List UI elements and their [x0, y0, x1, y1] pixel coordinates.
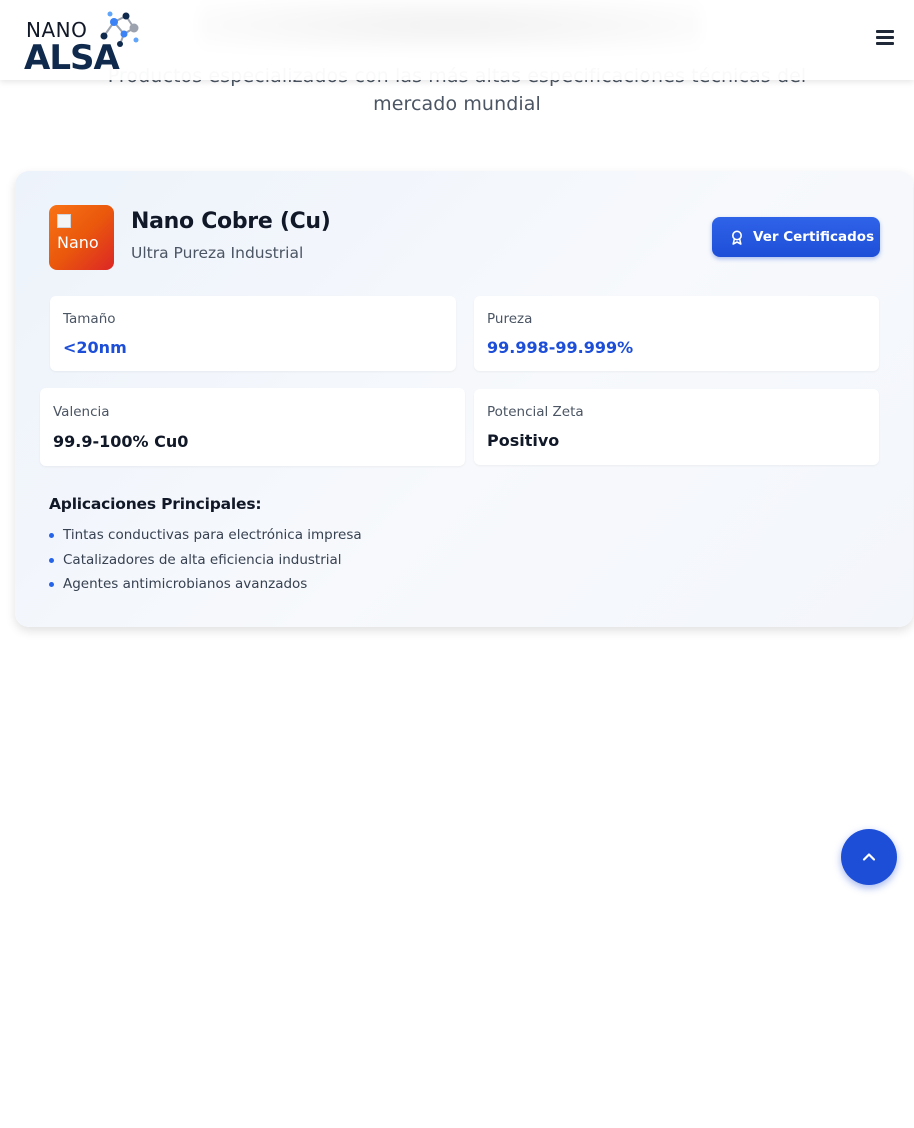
scroll-to-top-button[interactable]	[841, 829, 897, 885]
spec-value: 99.9-100% Cu0	[53, 432, 189, 451]
broken-image-icon	[57, 214, 71, 228]
view-certificates-label: Ver Certificados	[753, 229, 875, 245]
menu-bar	[876, 36, 894, 39]
menu-bar	[876, 42, 894, 45]
molecule-icon	[100, 11, 139, 47]
spec-label: Potencial Zeta	[487, 404, 584, 420]
application-text: Catalizadores de alta eficiencia industr…	[63, 551, 342, 568]
application-text: Tintas conductivas para electrónica impr…	[63, 527, 362, 543]
spec-valence: Valencia 99.9-100% Cu0	[40, 388, 465, 466]
bullet-icon	[49, 582, 54, 587]
applications-title: Aplicaciones Principales:	[49, 495, 262, 513]
spec-label: Valencia	[53, 404, 110, 420]
bullet-icon	[49, 557, 54, 563]
spec-value: Positivo	[487, 431, 560, 450]
spec-label: Tamaño	[63, 311, 116, 327]
view-certificates-button[interactable]: Ver Certificados	[712, 217, 880, 257]
logo[interactable]: NANO ALSA	[24, 8, 142, 78]
product-card: Nano Nano Cobre (Cu) Ultra Pureza Indust…	[15, 171, 913, 627]
list-item: Catalizadores de alta eficiencia industr…	[49, 551, 362, 576]
spec-value: <20nm	[63, 338, 127, 357]
spec-value: 99.998-99.999%	[487, 338, 634, 357]
spec-purity: Pureza 99.998-99.999%	[474, 296, 879, 371]
hero-subtitle-line2: mercado mundial	[373, 93, 541, 115]
list-item: Tintas conductivas para electrónica impr…	[49, 526, 362, 551]
product-image-alt: Nano	[57, 233, 99, 252]
product-image: Nano	[49, 205, 114, 270]
application-text: Agentes antimicrobianos avanzados	[63, 576, 308, 592]
spec-size: Tamaño <20nm	[50, 296, 456, 371]
chevron-up-icon	[862, 853, 876, 861]
site-header: NANO ALSA	[0, 0, 914, 80]
spec-label: Pureza	[487, 311, 533, 327]
product-title: Nano Cobre (Cu)	[131, 209, 331, 234]
award-icon	[732, 230, 742, 245]
bullet-icon	[49, 533, 54, 538]
menu-bar	[876, 30, 894, 33]
applications-list: Tintas conductivas para electrónica impr…	[49, 526, 362, 600]
list-item: Agentes antimicrobianos avanzados	[49, 575, 362, 600]
hamburger-menu-icon[interactable]	[876, 30, 894, 48]
product-subtitle: Ultra Pureza Industrial	[131, 244, 304, 262]
header-overlay	[200, 0, 700, 50]
spec-zeta-potential: Potencial Zeta Positivo	[474, 389, 879, 465]
